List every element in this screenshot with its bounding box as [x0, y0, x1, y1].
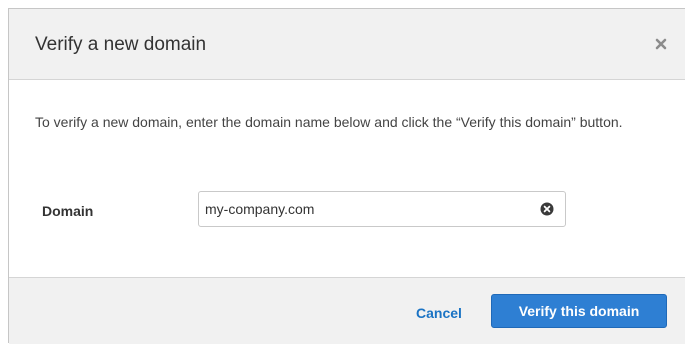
dialog-footer: Cancel Verify this domain — [9, 277, 685, 344]
close-icon[interactable] — [653, 36, 669, 52]
verify-domain-dialog: Verify a new domain To verify a new doma… — [8, 8, 685, 344]
domain-input[interactable] — [199, 192, 535, 226]
domain-label: Domain — [42, 203, 94, 219]
cancel-button[interactable]: Cancel — [416, 305, 462, 321]
verify-domain-button[interactable]: Verify this domain — [491, 294, 667, 328]
dialog-title: Verify a new domain — [35, 34, 207, 55]
dialog-header: Verify a new domain — [9, 9, 685, 80]
dialog-body: To verify a new domain, enter the domain… — [9, 80, 685, 279]
clear-input-icon[interactable] — [540, 202, 554, 216]
domain-field — [198, 191, 566, 227]
dialog-description: To verify a new domain, enter the domain… — [35, 114, 623, 130]
